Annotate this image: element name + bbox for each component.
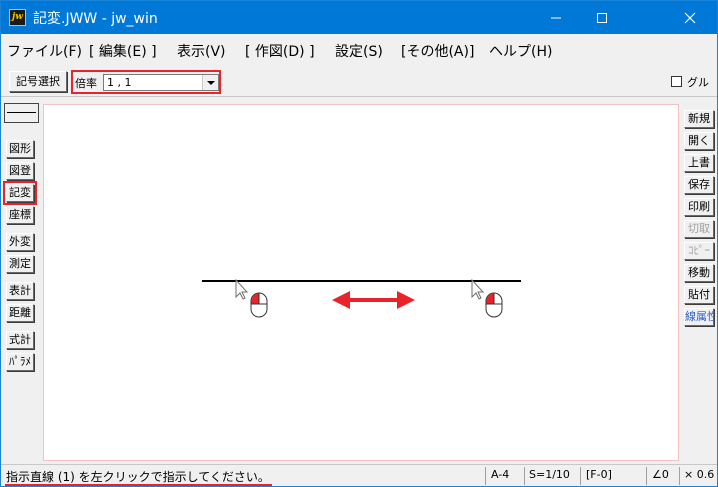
status-divider [580,467,581,485]
window-title: 記変.JWW - jw_win [33,11,158,27]
chevron-down-icon[interactable] [202,75,218,90]
minimize-icon [551,17,561,19]
menu-help[interactable]: ヘルプ(H) [489,41,552,61]
group-label: グル [687,76,709,89]
maximize-icon [597,13,607,23]
cursor-arrow-icon [471,278,485,300]
tool-kihen-button[interactable]: 記変 [3,181,37,205]
tool-zahyou-button[interactable]: 座標 [6,206,34,224]
file-save-button[interactable]: 保存 [684,176,714,194]
move-button[interactable]: 移動 [684,264,714,282]
menu-view[interactable]: 表示(V) [177,41,226,61]
tool-hyoukei-button[interactable]: 表計 [6,282,34,300]
menu-edit[interactable]: [ 編集(E) ] [89,41,157,61]
file-overwrite-button[interactable]: 上書 [684,154,714,172]
close-button[interactable] [625,1,717,34]
scale-label: 倍率 [75,77,97,90]
close-icon [684,12,696,24]
status-message-highlight [5,484,272,486]
jw-app-icon[interactable]: jw [9,9,26,26]
scale-indicator[interactable]: S=1/10 [529,468,570,481]
maximize-button[interactable] [579,1,625,34]
tool-zukei-button[interactable]: 図形 [6,140,34,158]
right-tool-panel: 新規 開く 上書 保存 印刷 切取 ｺﾋﾟｰ 移動 貼付 線属性 [681,99,717,463]
group-checkbox[interactable] [671,76,682,87]
line-attribute-button[interactable]: 線属性 [684,308,714,326]
control-bar: 記号選択 倍率 1 , 1 グル [1,67,717,97]
cut-button[interactable]: 切取 [684,220,714,238]
zoom-indicator[interactable]: × 0.6 [684,468,714,481]
paper-size-indicator[interactable]: A-4 [491,468,509,481]
menu-other[interactable]: [その他(A)] [401,41,474,61]
status-divider [524,467,525,485]
left-tool-panel: 図形 図登 記変 座標 外変 測定 表計 距離 式計 ﾊﾟﾗﾒ [3,99,39,463]
tool-shikikei-button[interactable]: 式計 [6,331,34,349]
print-button[interactable]: 印刷 [684,198,714,216]
file-open-button[interactable]: 開く [684,132,714,150]
scale-group: 倍率 1 , 1 [71,70,221,94]
layer-indicator[interactable]: [F-0] [586,468,612,481]
symbol-select-button[interactable]: 記号選択 [9,71,67,92]
scale-dropdown[interactable]: 1 , 1 [103,74,219,91]
title-bar[interactable]: jw 記変.JWW - jw_win [1,1,717,34]
drawing-canvas[interactable] [43,104,679,461]
paste-button[interactable]: 貼付 [684,286,714,304]
angle-indicator[interactable]: ∠0 [652,468,669,481]
status-divider [485,467,486,485]
double-arrow-icon [332,291,415,309]
status-divider [679,467,680,485]
scale-value: 1 , 1 [107,76,132,89]
status-message: 指示直線 (1) を左クリックで指示してください。 [6,470,270,484]
file-new-button[interactable]: 新規 [684,110,714,128]
menu-file[interactable]: ファイル(F) [7,41,82,61]
copy-button[interactable]: ｺﾋﾟｰ [684,242,714,260]
mouse-left-click-icon [250,292,268,318]
menu-bar: ファイル(F) [ 編集(E) ] 表示(V) [ 作図(D) ] 設定(S) … [1,37,717,65]
tool-sokutei-button[interactable]: 測定 [6,255,34,273]
tool-parame-button[interactable]: ﾊﾟﾗﾒ [6,353,34,371]
tool-kyori-button[interactable]: 距離 [6,304,34,322]
mouse-left-click-icon [485,292,503,318]
menu-draw[interactable]: [ 作図(D) ] [245,41,315,61]
tool-gaihen-button[interactable]: 外変 [6,233,34,251]
status-bar: 指示直線 (1) を左クリックで指示してください。 A-4 S=1/10 [F-… [1,464,717,486]
cursor-arrow-icon [235,278,249,300]
jw-win-window: jw 記変.JWW - jw_win ファイル(F) [ 編集(E) ] 表示(… [0,0,718,487]
menu-settings[interactable]: 設定(S) [335,41,383,61]
tool-zutou-button[interactable]: 図登 [6,162,34,180]
line-type-button[interactable] [4,103,39,123]
status-divider [646,467,647,485]
minimize-button[interactable] [533,1,579,34]
